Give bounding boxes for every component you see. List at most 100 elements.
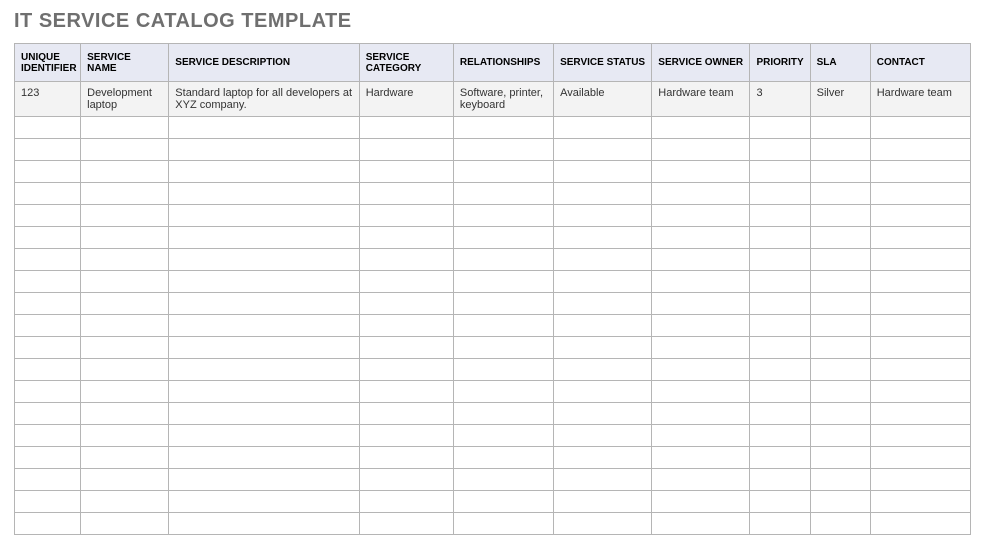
table-row-empty[interactable] (15, 491, 971, 513)
cell-empty[interactable] (15, 227, 81, 249)
cell-empty[interactable] (453, 271, 553, 293)
table-row-empty[interactable] (15, 403, 971, 425)
cell-empty[interactable] (359, 359, 453, 381)
cell-empty[interactable] (810, 161, 870, 183)
cell-empty[interactable] (169, 315, 359, 337)
cell-owner[interactable]: Hardware team (652, 82, 750, 117)
cell-empty[interactable] (169, 227, 359, 249)
cell-empty[interactable] (750, 293, 810, 315)
cell-empty[interactable] (750, 315, 810, 337)
cell-empty[interactable] (750, 205, 810, 227)
cell-empty[interactable] (870, 513, 970, 535)
cell-empty[interactable] (750, 117, 810, 139)
cell-empty[interactable] (15, 293, 81, 315)
cell-empty[interactable] (81, 447, 169, 469)
cell-empty[interactable] (169, 469, 359, 491)
table-row-empty[interactable] (15, 227, 971, 249)
cell-empty[interactable] (453, 381, 553, 403)
cell-empty[interactable] (652, 315, 750, 337)
cell-empty[interactable] (810, 271, 870, 293)
table-row-empty[interactable] (15, 447, 971, 469)
cell-empty[interactable] (554, 227, 652, 249)
cell-empty[interactable] (359, 315, 453, 337)
cell-empty[interactable] (359, 293, 453, 315)
table-row-empty[interactable] (15, 183, 971, 205)
cell-empty[interactable] (870, 117, 970, 139)
cell-empty[interactable] (870, 381, 970, 403)
cell-empty[interactable] (810, 139, 870, 161)
cell-empty[interactable] (453, 513, 553, 535)
cell-empty[interactable] (810, 403, 870, 425)
cell-empty[interactable] (652, 139, 750, 161)
cell-empty[interactable] (81, 139, 169, 161)
cell-empty[interactable] (359, 381, 453, 403)
table-row-empty[interactable] (15, 381, 971, 403)
cell-empty[interactable] (15, 425, 81, 447)
cell-empty[interactable] (870, 161, 970, 183)
cell-empty[interactable] (169, 513, 359, 535)
cell-empty[interactable] (554, 293, 652, 315)
cell-empty[interactable] (554, 205, 652, 227)
cell-empty[interactable] (453, 425, 553, 447)
table-row-empty[interactable] (15, 315, 971, 337)
cell-empty[interactable] (453, 359, 553, 381)
cell-empty[interactable] (554, 271, 652, 293)
cell-empty[interactable] (810, 205, 870, 227)
cell-empty[interactable] (81, 271, 169, 293)
cell-empty[interactable] (554, 183, 652, 205)
table-row-empty[interactable] (15, 205, 971, 227)
cell-empty[interactable] (15, 381, 81, 403)
cell-empty[interactable] (15, 249, 81, 271)
cell-empty[interactable] (15, 447, 81, 469)
cell-empty[interactable] (359, 337, 453, 359)
cell-empty[interactable] (810, 513, 870, 535)
cell-empty[interactable] (453, 161, 553, 183)
cell-empty[interactable] (750, 513, 810, 535)
cell-empty[interactable] (453, 491, 553, 513)
cell-empty[interactable] (15, 183, 81, 205)
cell-empty[interactable] (169, 447, 359, 469)
cell-empty[interactable] (750, 227, 810, 249)
cell-empty[interactable] (554, 117, 652, 139)
cell-empty[interactable] (453, 227, 553, 249)
cell-empty[interactable] (750, 491, 810, 513)
cell-empty[interactable] (359, 491, 453, 513)
cell-empty[interactable] (810, 359, 870, 381)
cell-empty[interactable] (554, 403, 652, 425)
cell-empty[interactable] (554, 491, 652, 513)
cell-empty[interactable] (453, 293, 553, 315)
cell-empty[interactable] (810, 337, 870, 359)
cell-empty[interactable] (81, 469, 169, 491)
cell-empty[interactable] (453, 447, 553, 469)
cell-empty[interactable] (81, 161, 169, 183)
cell-empty[interactable] (554, 161, 652, 183)
cell-empty[interactable] (81, 205, 169, 227)
cell-empty[interactable] (453, 403, 553, 425)
cell-empty[interactable] (81, 381, 169, 403)
cell-empty[interactable] (359, 513, 453, 535)
table-row-empty[interactable] (15, 271, 971, 293)
cell-empty[interactable] (554, 359, 652, 381)
cell-empty[interactable] (15, 469, 81, 491)
cell-empty[interactable] (81, 293, 169, 315)
cell-empty[interactable] (870, 139, 970, 161)
cell-empty[interactable] (750, 183, 810, 205)
cell-empty[interactable] (810, 315, 870, 337)
cell-empty[interactable] (15, 139, 81, 161)
cell-empty[interactable] (870, 359, 970, 381)
cell-empty[interactable] (870, 205, 970, 227)
cell-empty[interactable] (810, 293, 870, 315)
cell-empty[interactable] (81, 491, 169, 513)
cell-category[interactable]: Hardware (359, 82, 453, 117)
cell-empty[interactable] (870, 271, 970, 293)
cell-description[interactable]: Standard laptop for all developers at XY… (169, 82, 359, 117)
cell-empty[interactable] (652, 447, 750, 469)
cell-empty[interactable] (169, 359, 359, 381)
cell-relationships[interactable]: Software, printer, keyboard (453, 82, 553, 117)
cell-empty[interactable] (359, 469, 453, 491)
cell-empty[interactable] (81, 425, 169, 447)
cell-empty[interactable] (870, 447, 970, 469)
cell-empty[interactable] (750, 381, 810, 403)
cell-empty[interactable] (359, 205, 453, 227)
cell-empty[interactable] (554, 513, 652, 535)
